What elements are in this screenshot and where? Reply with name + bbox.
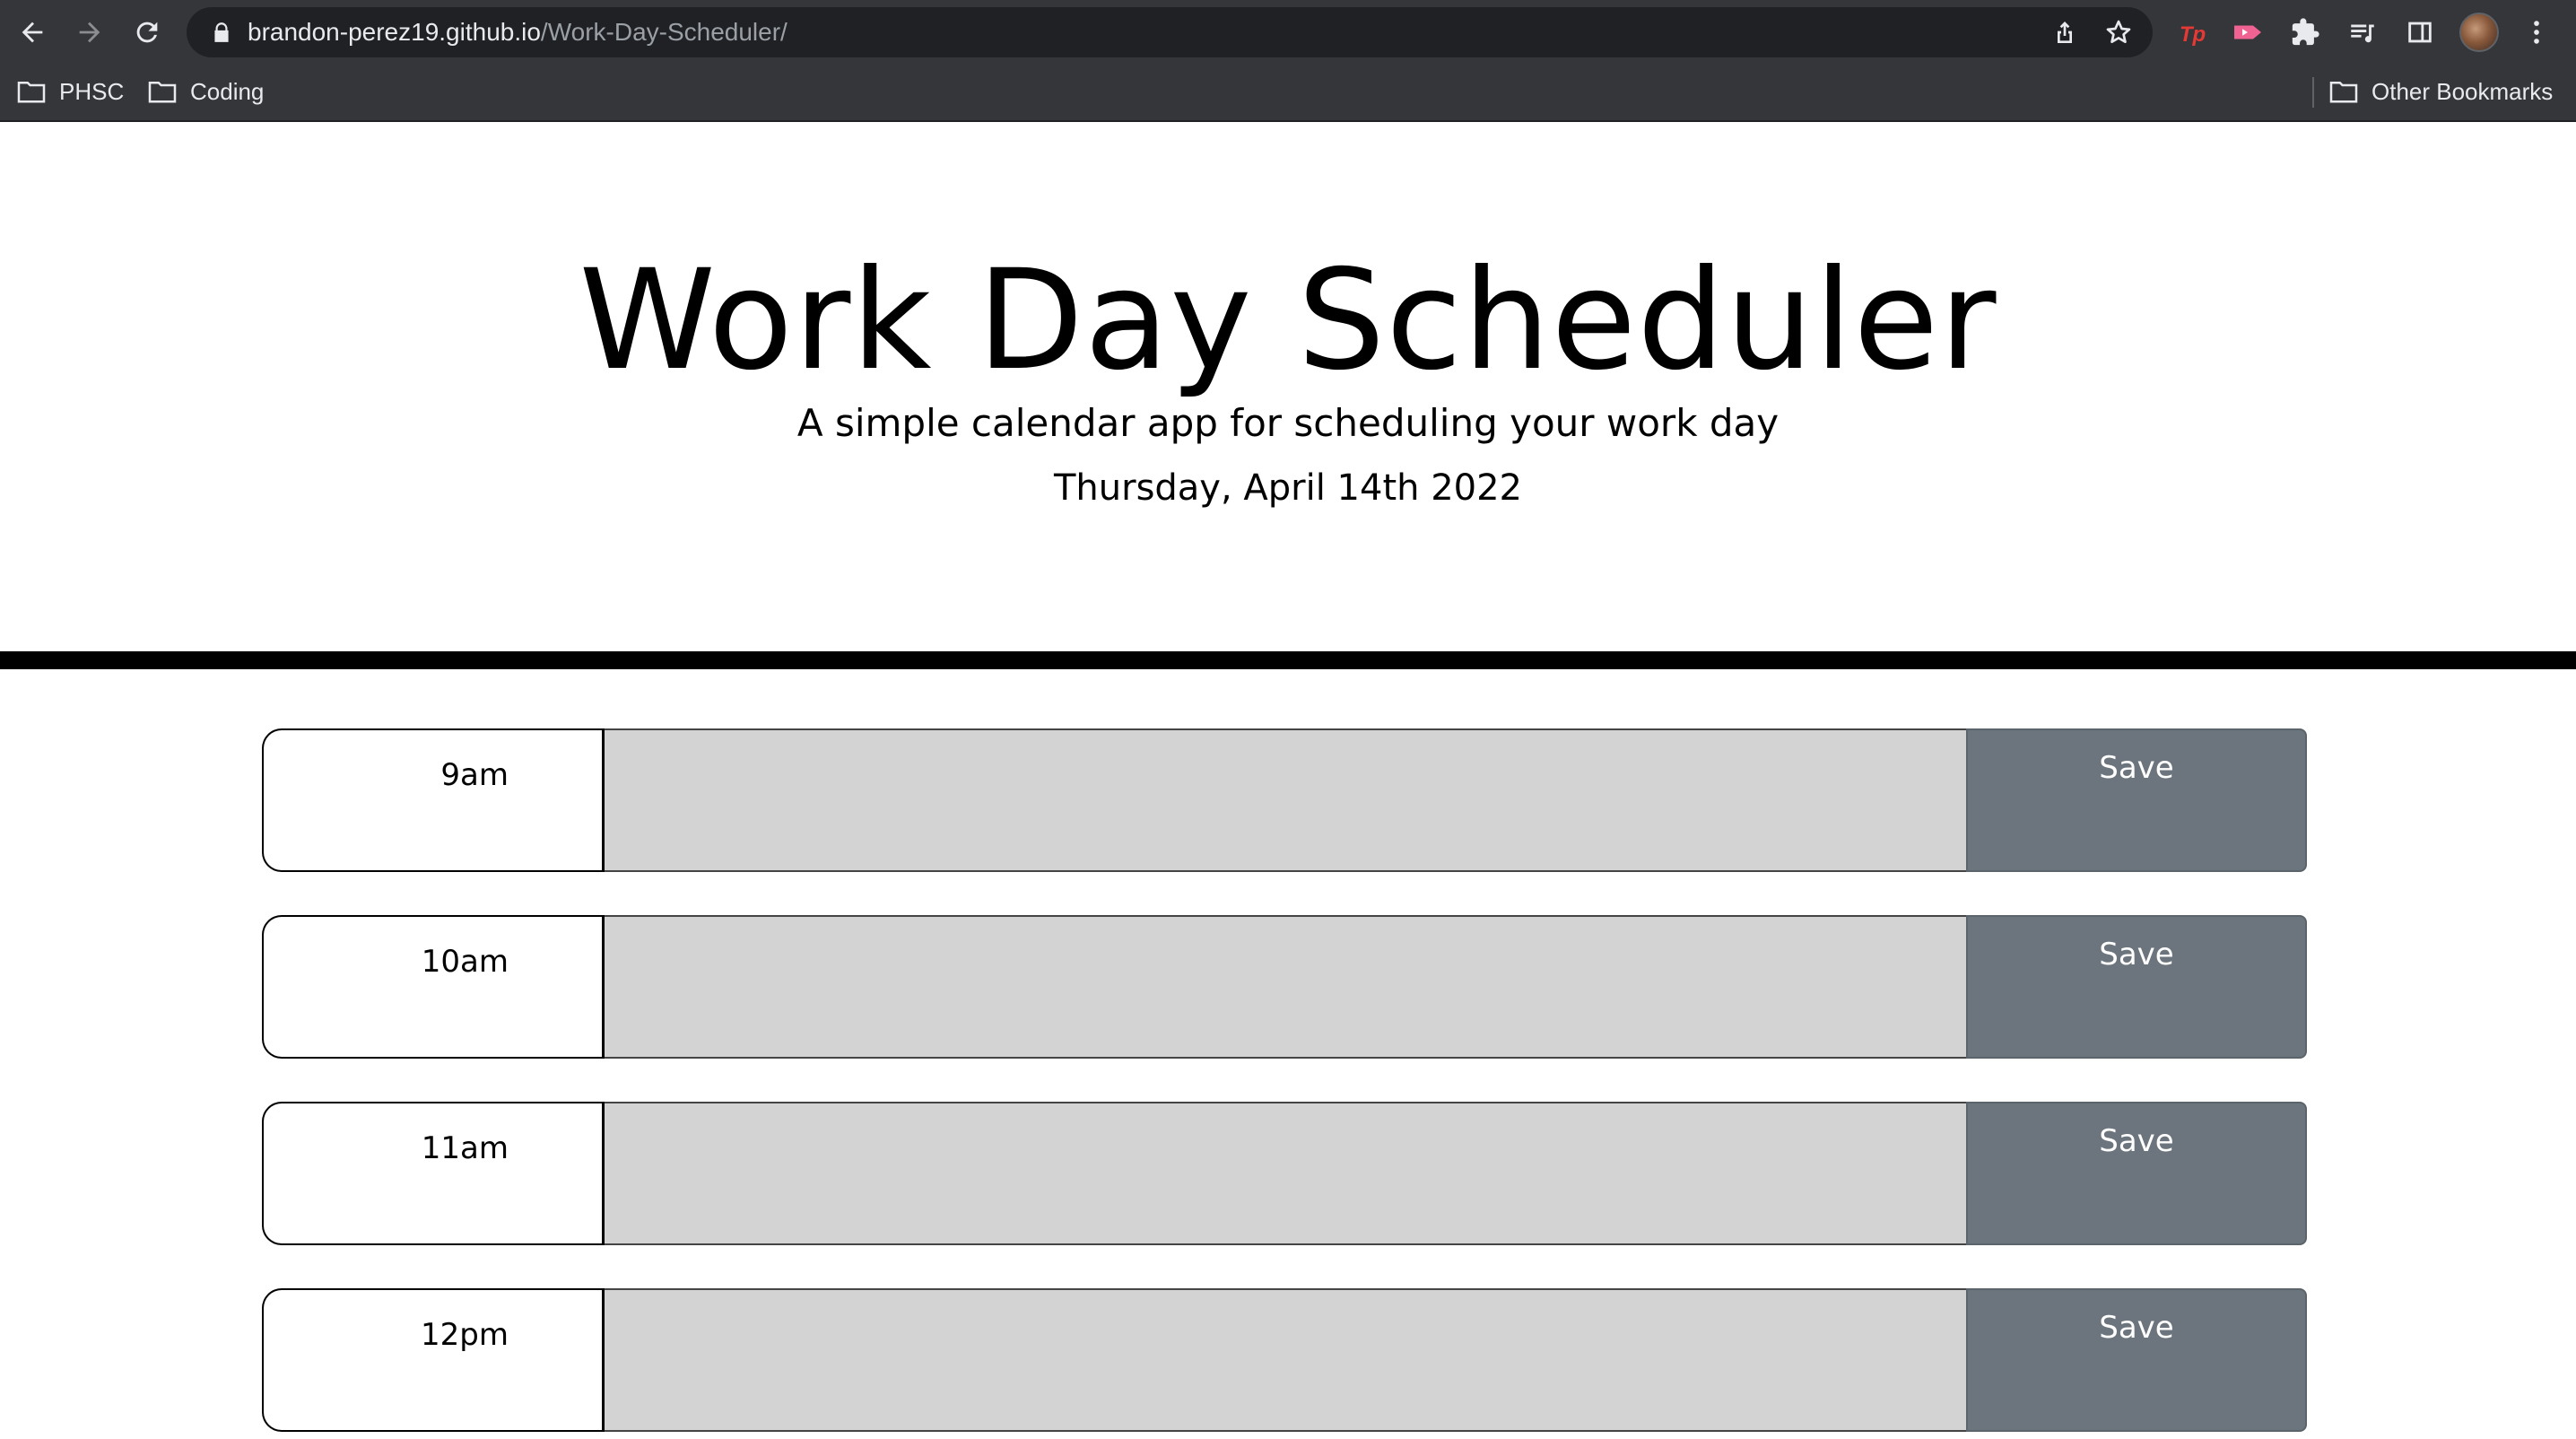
- forward-button[interactable]: [70, 13, 109, 52]
- url-host: brandon-perez19.github.io: [248, 18, 541, 46]
- hour-label: 9am: [440, 757, 509, 793]
- page-subtitle: A simple calendar app for scheduling you…: [796, 401, 1780, 445]
- bookmark-folder-coding[interactable]: Coding: [147, 74, 264, 109]
- save-button[interactable]: Save: [1966, 915, 2307, 1059]
- hour-label-box: 12pm: [262, 1288, 605, 1432]
- other-bookmarks-folder[interactable]: Other Bookmarks: [2328, 74, 2553, 109]
- save-button[interactable]: Save: [1966, 1288, 2307, 1432]
- time-block: 11am Save: [262, 1102, 2307, 1245]
- bookmark-label: PHSC: [59, 77, 125, 105]
- time-block: 12pm Save: [262, 1288, 2307, 1432]
- arrow-left-icon: [22, 22, 43, 43]
- side-panel-icon[interactable]: [2404, 16, 2436, 48]
- profile-avatar[interactable]: [2459, 13, 2499, 52]
- folder-icon: [148, 81, 177, 103]
- url-path: /Work-Day-Scheduler/: [540, 18, 788, 46]
- save-button[interactable]: Save: [1966, 1102, 2307, 1245]
- tp-extension-icon[interactable]: Tp: [2176, 16, 2208, 48]
- hour-label-box: 10am: [262, 915, 605, 1059]
- folder-icon: [2329, 81, 2358, 103]
- page-header: Work Day Scheduler A simple calendar app…: [0, 124, 2576, 651]
- bookmark-folder-phsc[interactable]: PHSC: [16, 74, 124, 109]
- reload-button[interactable]: [127, 13, 167, 52]
- hour-label: 11am: [421, 1130, 509, 1166]
- svg-text:Tp: Tp: [2180, 22, 2206, 47]
- bookmark-label: Coding: [190, 77, 265, 105]
- bookmarks-separator: [2312, 77, 2314, 108]
- address-bar[interactable]: brandon-perez19.github.io/Work-Day-Sched…: [187, 7, 2153, 57]
- reload-icon: [136, 22, 158, 43]
- time-block: 9am Save: [262, 728, 2307, 872]
- page-title: Work Day Scheduler: [579, 240, 1997, 401]
- time-block: 10am Save: [262, 915, 2307, 1059]
- puzzle-icon[interactable]: [2289, 16, 2321, 48]
- event-description-textarea[interactable]: [605, 1288, 1968, 1432]
- arrow-right-icon: [79, 22, 100, 43]
- browser-menu-button[interactable]: [2517, 13, 2556, 52]
- share-icon[interactable]: [2050, 18, 2079, 47]
- current-day: Thursday, April 14th 2022: [1053, 467, 1522, 509]
- header-divider: [0, 651, 2576, 669]
- reading-list-icon[interactable]: [2346, 16, 2379, 48]
- bookmark-star-icon[interactable]: [2104, 18, 2133, 47]
- bookmarks-bar: PHSC Coding Other Bookmarks: [0, 65, 2576, 122]
- video-extension-icon[interactable]: [2232, 16, 2264, 48]
- kebab-menu-icon: [2534, 21, 2539, 44]
- browser-toolbar: brandon-perez19.github.io/Work-Day-Sched…: [0, 0, 2576, 65]
- hour-label: 10am: [421, 944, 509, 980]
- folder-icon: [17, 81, 46, 103]
- lock-icon: [214, 22, 229, 42]
- hour-label-box: 11am: [262, 1102, 605, 1245]
- save-button[interactable]: Save: [1966, 728, 2307, 872]
- other-bookmarks-label: Other Bookmarks: [2371, 77, 2554, 105]
- event-description-textarea[interactable]: [605, 915, 1968, 1059]
- url-text[interactable]: brandon-perez19.github.io/Work-Day-Sched…: [248, 7, 788, 57]
- event-description-textarea[interactable]: [605, 728, 1968, 872]
- event-description-textarea[interactable]: [605, 1102, 1968, 1245]
- hour-label-box: 9am: [262, 728, 605, 872]
- hour-label: 12pm: [421, 1317, 509, 1353]
- back-button[interactable]: [13, 13, 52, 52]
